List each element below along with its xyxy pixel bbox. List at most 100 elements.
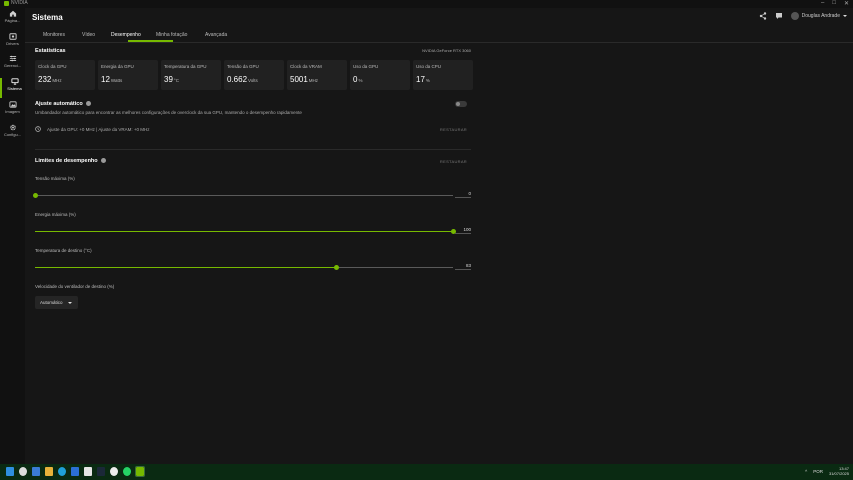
- auto-tune-title: Ajuste automático: [35, 101, 91, 107]
- drivers-icon: [8, 33, 17, 40]
- auto-tune-reset-button[interactable]: RESTAURAR: [440, 127, 467, 132]
- clock-icon: [35, 126, 41, 132]
- fan-speed-select[interactable]: Automático: [35, 296, 78, 309]
- page-header: Sistema Douglas Andrade: [25, 8, 853, 28]
- stat-label: Energia da GPU: [101, 64, 134, 69]
- fan-speed-selected: Automático: [40, 300, 63, 305]
- nvidia-logo-icon: [4, 0, 9, 6]
- clock[interactable]: 13:47 31/07/2025: [829, 466, 849, 476]
- gpu-name: NVIDIA GeForce RTX 3060: [422, 48, 471, 53]
- sidebar-item-label: Página...: [4, 18, 21, 23]
- tab-performance[interactable]: Desempenho: [111, 32, 141, 38]
- sidebar-item-label: Configu...: [3, 132, 22, 137]
- chevron-up-icon[interactable]: ^: [805, 469, 807, 474]
- taskbar: ^ POR 13:47 31/07/2025: [0, 464, 853, 480]
- photos-icon[interactable]: [84, 467, 92, 476]
- temp-slider-label: Temperatura de destino (°C): [35, 248, 92, 253]
- image-icon: [8, 101, 17, 108]
- sidebar-item-image[interactable]: Imagem: [0, 101, 25, 121]
- power-value-field[interactable]: 100: [455, 227, 471, 234]
- avatar: [790, 12, 799, 20]
- tab-advanced[interactable]: Avançada: [205, 32, 227, 38]
- stats-cards: Clock da GPU 232MHz Energia da GPU 12Wat…: [35, 60, 473, 90]
- system-tray: ^ POR 13:47 31/07/2025: [805, 466, 849, 476]
- stat-card-gpu-power: Energia da GPU 12Watts: [98, 60, 158, 90]
- stat-label: Uso da CPU: [416, 64, 442, 69]
- close-icon[interactable]: ✕: [844, 0, 849, 7]
- steam-icon[interactable]: [97, 467, 105, 476]
- store-icon[interactable]: [71, 467, 79, 476]
- stat-value: 17%: [416, 75, 430, 84]
- maximize-icon[interactable]: □: [832, 0, 836, 7]
- stat-card-gpu-voltage: Tensão da GPU 0.662Volts: [224, 60, 284, 90]
- file-explorer-icon[interactable]: [45, 467, 53, 476]
- user-name: Douglas Andrade: [801, 13, 840, 19]
- stat-label: Temperatura da GPU: [164, 64, 207, 69]
- sidebar: Página... Drivers Gerenci... Sistema Ima…: [0, 8, 25, 464]
- whatsapp-icon[interactable]: [123, 467, 131, 476]
- stat-label: Uso da GPU: [353, 64, 379, 69]
- home-icon: [9, 10, 16, 17]
- window-controls: – □ ✕: [821, 0, 849, 7]
- limits-title: Limites de desempenho: [35, 158, 106, 164]
- stat-card-gpu-temp: Temperatura da GPU 39°C: [161, 60, 221, 90]
- tab-bar: Monitores Vídeo Desempenho Minha fotação…: [25, 28, 853, 43]
- info-icon[interactable]: [85, 101, 91, 107]
- active-tab-indicator: [128, 40, 173, 42]
- temp-value-field[interactable]: 83: [455, 263, 471, 270]
- voltage-value-field[interactable]: 0: [455, 191, 471, 198]
- search-icon[interactable]: [19, 467, 27, 476]
- chevron-down-icon: [67, 301, 72, 304]
- tab-capture[interactable]: Minha fotação: [156, 32, 187, 38]
- sidebar-item-label: Imagem: [5, 109, 20, 114]
- stat-value: 232MHz: [38, 75, 62, 84]
- auto-tune-description: Umbandador automático para encontrar as …: [35, 110, 302, 115]
- user-menu[interactable]: Douglas Andrade: [790, 12, 847, 20]
- app-title: NVIDIA: [4, 0, 28, 6]
- stat-value: 5001MHz: [290, 75, 319, 84]
- stat-label: Clock da GPU: [38, 64, 67, 69]
- stat-card-gpu-clock: Clock da GPU 232MHz: [35, 60, 95, 90]
- monitor-icon: [10, 78, 19, 85]
- windows-start-icon[interactable]: [6, 467, 14, 476]
- feedback-icon[interactable]: [775, 12, 783, 20]
- stat-card-cpu-usage: Uso da CPU 17%: [413, 60, 473, 90]
- sidebar-item-home[interactable]: Página...: [0, 10, 25, 30]
- chrome-icon[interactable]: [110, 467, 118, 476]
- limits-reset-button[interactable]: RESTAURAR: [440, 159, 467, 164]
- sidebar-item-drivers[interactable]: Drivers: [0, 33, 25, 53]
- edge-browser-icon[interactable]: [58, 467, 66, 476]
- stat-label: Clock da VRAM: [290, 64, 322, 69]
- minimize-icon[interactable]: –: [821, 0, 824, 7]
- language-indicator[interactable]: POR: [813, 469, 823, 474]
- fan-speed-label: Velocidade do ventilador de destino (%): [35, 284, 115, 289]
- slider-handle[interactable]: [33, 193, 38, 198]
- stat-value: 0.662Volts: [227, 75, 258, 84]
- title-bar: NVIDIA – □ ✕: [0, 0, 853, 8]
- stat-value: 39°C: [164, 75, 179, 84]
- sidebar-item-manage[interactable]: Gerenci...: [0, 55, 25, 75]
- tab-monitors[interactable]: Monitores: [43, 32, 65, 38]
- stat-value: 12Watts: [101, 75, 123, 84]
- sidebar-item-label: Sistema: [7, 86, 22, 91]
- stat-label: Tensão da GPU: [227, 64, 259, 69]
- auto-tune-toggle[interactable]: [455, 101, 467, 107]
- voltage-slider[interactable]: [33, 193, 453, 198]
- info-icon[interactable]: [100, 158, 106, 164]
- sidebar-item-settings[interactable]: Configu...: [0, 124, 25, 144]
- share-icon[interactable]: [759, 12, 767, 20]
- power-slider-label: Energia máxima (%): [35, 212, 76, 217]
- sidebar-item-system[interactable]: Sistema: [0, 78, 27, 98]
- divider: [35, 149, 471, 150]
- widgets-icon[interactable]: [32, 467, 40, 476]
- slider-handle[interactable]: [333, 265, 339, 270]
- chevron-down-icon: [843, 15, 847, 17]
- auto-tune-offsets: Ajuste da GPU: +0 MHz | Ajuste da VRAM: …: [35, 126, 149, 132]
- sidebar-item-label: Gerenci...: [3, 63, 22, 68]
- power-slider[interactable]: [35, 229, 456, 234]
- temp-slider[interactable]: [35, 265, 453, 270]
- tab-video[interactable]: Vídeo: [82, 32, 95, 38]
- page-title: Sistema: [32, 13, 63, 22]
- nvidia-app-icon[interactable]: [135, 466, 145, 477]
- stat-card-gpu-usage: Uso da GPU 0%: [350, 60, 410, 90]
